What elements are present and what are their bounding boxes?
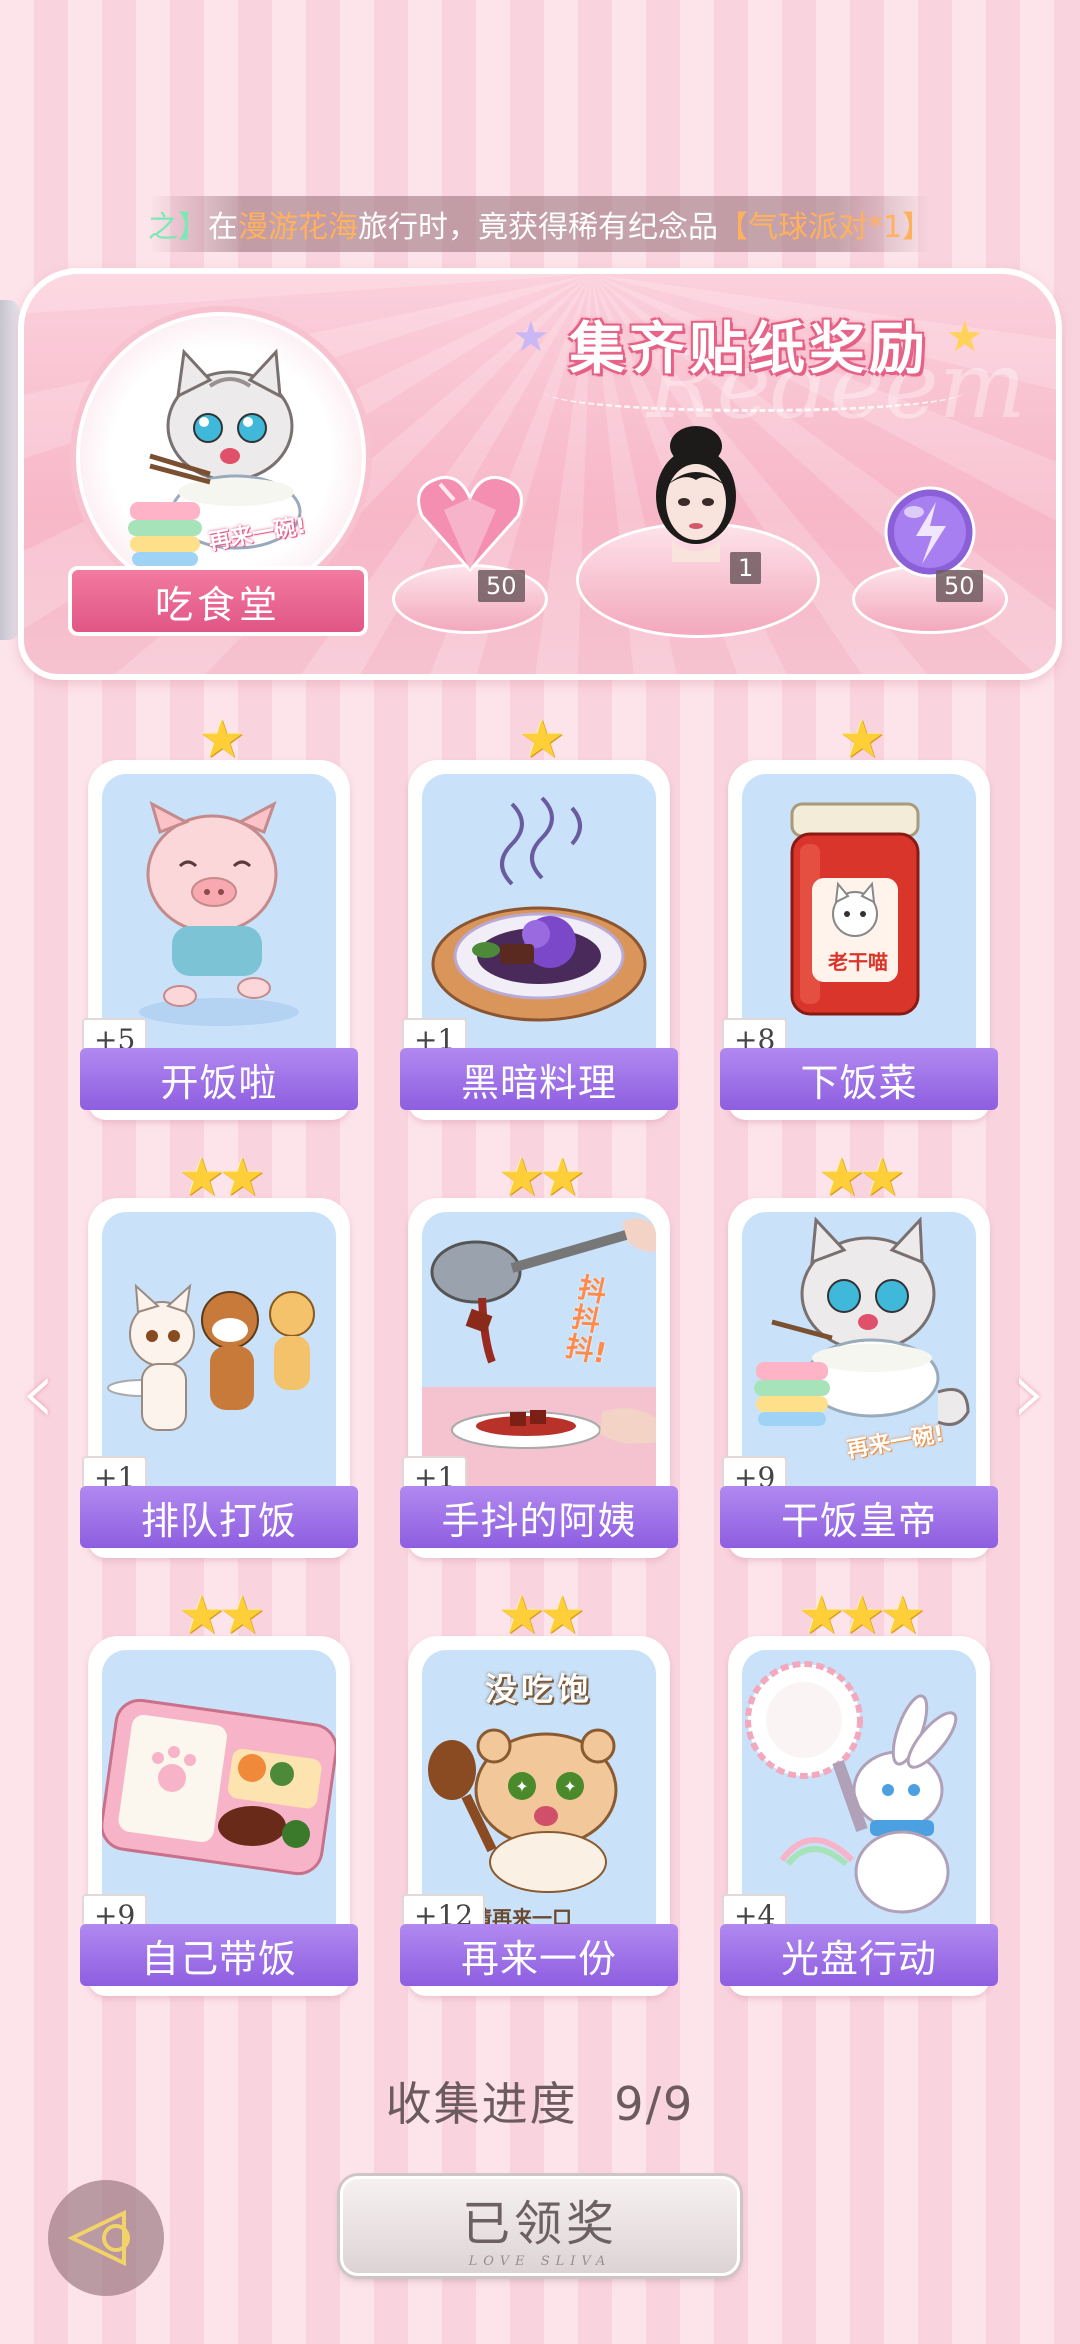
- prev-page-arrow-icon[interactable]: ‹: [20, 1340, 56, 1445]
- sticker-art: [102, 1212, 336, 1494]
- collection-progress: 收集进度 9/9: [0, 2068, 1080, 2134]
- sticker-art: 再来一碗!: [742, 1212, 976, 1494]
- sticker-art: [742, 1650, 976, 1932]
- star-rating: ★★: [178, 1586, 265, 1646]
- star-rating: ★★: [178, 1148, 265, 1208]
- next-page-arrow-icon[interactable]: ›: [1012, 1340, 1048, 1445]
- reward-pedestal: [392, 564, 548, 634]
- pink-heart-gem-icon: [417, 475, 523, 573]
- back-button[interactable]: [48, 2180, 164, 2296]
- cat-eating-rice-icon: [128, 348, 302, 566]
- sticker-name: 手抖的阿姨: [400, 1486, 678, 1548]
- sticker-card-2[interactable]: ★ +1 黑暗料理: [400, 710, 678, 1120]
- sticker-card-6[interactable]: ★★ 再来一碗! +9 干饭皇帝: [720, 1148, 998, 1558]
- progress-label: 收集进度: [385, 2077, 578, 2131]
- queue-cats-icon: [107, 1283, 315, 1431]
- sticker-art: [102, 1650, 336, 1932]
- chili-jar-icon: [790, 802, 920, 1016]
- star-icon: ★: [946, 312, 984, 361]
- svg-text:✦: ✦: [563, 1777, 576, 1796]
- sticker-name: 开饭啦: [80, 1048, 358, 1110]
- claim-button-label: 已领奖: [461, 2195, 618, 2252]
- reward-count: 50: [936, 570, 983, 602]
- sticker-card-9[interactable]: ★★★ +4 光盘行动: [720, 1586, 998, 1996]
- sticker-art: [422, 774, 656, 1056]
- claim-button-sublabel: LOVE SLIVA: [468, 2253, 612, 2269]
- star-icon: ★: [512, 312, 550, 361]
- star-rating: ★: [518, 710, 566, 770]
- ticker-prefix: 之】: [147, 210, 208, 245]
- reward-banner: Redeem ★ 集齐贴纸奖励 ★ 再来一碗! 吃食堂 50 1 50: [18, 268, 1062, 680]
- bento-box-icon: [102, 1698, 336, 1876]
- dashed-decoration: [544, 372, 964, 412]
- purple-lightning-orb-icon: [884, 486, 976, 578]
- side-drawer-handle[interactable]: [0, 300, 20, 640]
- sticker-set-badge[interactable]: 再来一碗!: [76, 312, 366, 602]
- sticker-name: 下饭菜: [720, 1048, 998, 1110]
- badge-label: 吃食堂: [68, 566, 368, 636]
- sticker-card-3[interactable]: ★ 老干喵 +8 下饭菜: [720, 710, 998, 1120]
- star-rating: ★★: [498, 1148, 585, 1208]
- sticker-art: [102, 774, 336, 1056]
- ticker-item: 【气球派对*1】: [717, 210, 933, 245]
- sticker-card-4[interactable]: ★★ +1 排队打饭: [80, 1148, 358, 1558]
- svg-text:✦: ✦: [515, 1777, 528, 1796]
- claim-reward-button[interactable]: 已领奖 LOVE SLIVA: [340, 2176, 740, 2276]
- sticker-card-1[interactable]: ★ +5 开饭啦: [80, 710, 358, 1120]
- ticker-text-1: 在: [207, 210, 238, 245]
- announcement-ticker: 之】 在 漫游花海 旅行时，竟获得稀有纪念品 【气球派对*1】: [147, 196, 933, 252]
- hamster-spoon-icon: ✦ ✦: [428, 1728, 618, 1893]
- dark-cuisine-plate-icon: [431, 796, 647, 1022]
- star-rating: ★★: [498, 1586, 585, 1646]
- ticker-location: 漫游花海: [237, 210, 358, 245]
- sticker-card-7[interactable]: ★★ +9 自己带饭: [80, 1586, 358, 1996]
- jar-label: 老干喵: [828, 950, 888, 974]
- star-rating: ★: [198, 710, 246, 770]
- ladle-pour-icon: [430, 1218, 656, 1449]
- star-rating: ★★: [818, 1148, 905, 1208]
- female-portrait-icon: [656, 426, 736, 562]
- sticker-art: 没吃饱 ✦ ✦ 请再来一口: [422, 1650, 656, 1932]
- ticker-text-2: 旅行时，竟获得稀有纪念品: [357, 210, 718, 245]
- sticker-card-8[interactable]: ★★ 没吃饱 ✦ ✦ 请再来一口 +12 再来一份: [400, 1586, 678, 1996]
- sticker-name: 排队打饭: [80, 1486, 358, 1548]
- progress-value: 9/9: [614, 2077, 695, 2131]
- sticker-card-5[interactable]: ★★ 抖抖抖! +1 手抖的阿姨: [400, 1148, 678, 1558]
- sticker-name: 自己带饭: [80, 1924, 358, 1986]
- star-rating: ★★★: [798, 1586, 926, 1646]
- sticker-name: 再来一份: [400, 1924, 678, 1986]
- star-rating: ★: [838, 710, 886, 770]
- running-pig-icon: [139, 800, 299, 1026]
- sticker-art: 老干喵: [742, 774, 976, 1056]
- sticker-name: 干饭皇帝: [720, 1486, 998, 1548]
- sticker-art: 抖抖抖!: [422, 1212, 656, 1494]
- sticker-name: 光盘行动: [720, 1924, 998, 1986]
- reward-count: 1: [730, 552, 762, 584]
- bunny-plate-icon: [745, 1661, 958, 1914]
- back-arrow-icon: [67, 2209, 130, 2267]
- sticker-name: 黑暗料理: [400, 1048, 678, 1110]
- reward-count: 50: [478, 570, 525, 602]
